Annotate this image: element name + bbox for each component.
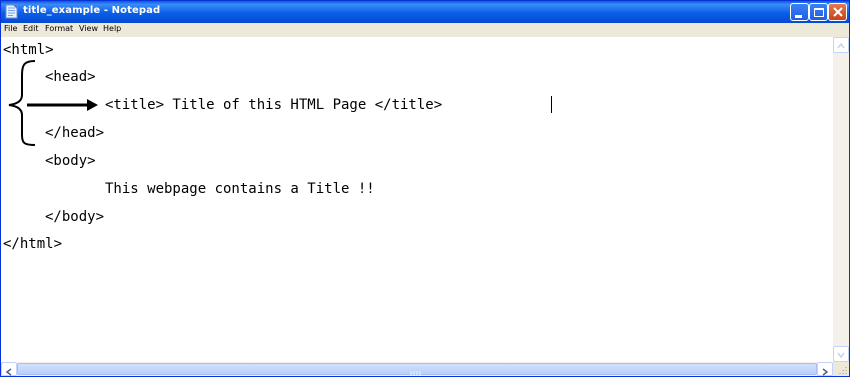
menu-file[interactable]: File	[4, 24, 17, 33]
close-icon	[833, 7, 843, 17]
menu-format[interactable]: Format	[45, 24, 73, 33]
minimize-button[interactable]	[790, 3, 809, 21]
title-bar[interactable]: title_example - Notepad	[1, 1, 849, 23]
text-caret	[551, 96, 552, 113]
code-line: This webpage contains a Title !!	[105, 181, 375, 197]
notepad-icon	[5, 4, 19, 19]
scroll-down-button[interactable]	[833, 346, 849, 362]
horizontal-scrollbar[interactable]	[1, 362, 833, 376]
chevron-right-icon	[822, 368, 829, 376]
scroll-up-button[interactable]	[833, 37, 849, 53]
annotation-overlay	[8, 60, 98, 146]
maximize-button[interactable]	[809, 3, 828, 21]
chevron-down-icon	[837, 352, 845, 359]
code-line: </html>	[3, 236, 63, 252]
text-editor[interactable]: <html> <head> <title> Title of this HTML…	[1, 37, 833, 362]
grip-lines-icon	[410, 371, 421, 376]
arrow-head-icon	[87, 99, 98, 111]
vertical-scrollbar[interactable]	[833, 37, 849, 362]
resize-grip-icon	[839, 367, 847, 374]
scroll-right-button[interactable]	[817, 362, 833, 376]
notepad-window: title_example - Notepad File Edit Format…	[0, 0, 850, 377]
menu-bar: File Edit Format View Help	[1, 23, 849, 37]
maximize-icon	[814, 8, 824, 17]
window-title: title_example - Notepad	[23, 5, 161, 16]
chevron-left-icon	[5, 368, 12, 376]
minimize-icon	[795, 15, 802, 18]
left-curly-brace-icon	[8, 60, 36, 146]
code-line: <title> Title of this HTML Page </title>	[105, 97, 443, 113]
menu-edit[interactable]: Edit	[23, 24, 39, 33]
chevron-up-icon	[837, 42, 845, 49]
horizontal-scroll-thumb[interactable]	[17, 363, 817, 376]
code-line: </body>	[45, 209, 105, 225]
resize-grip[interactable]	[833, 362, 849, 376]
scroll-left-button[interactable]	[1, 362, 17, 376]
close-button[interactable]	[828, 3, 847, 21]
menu-help[interactable]: Help	[103, 24, 121, 33]
menu-view[interactable]: View	[79, 24, 98, 33]
